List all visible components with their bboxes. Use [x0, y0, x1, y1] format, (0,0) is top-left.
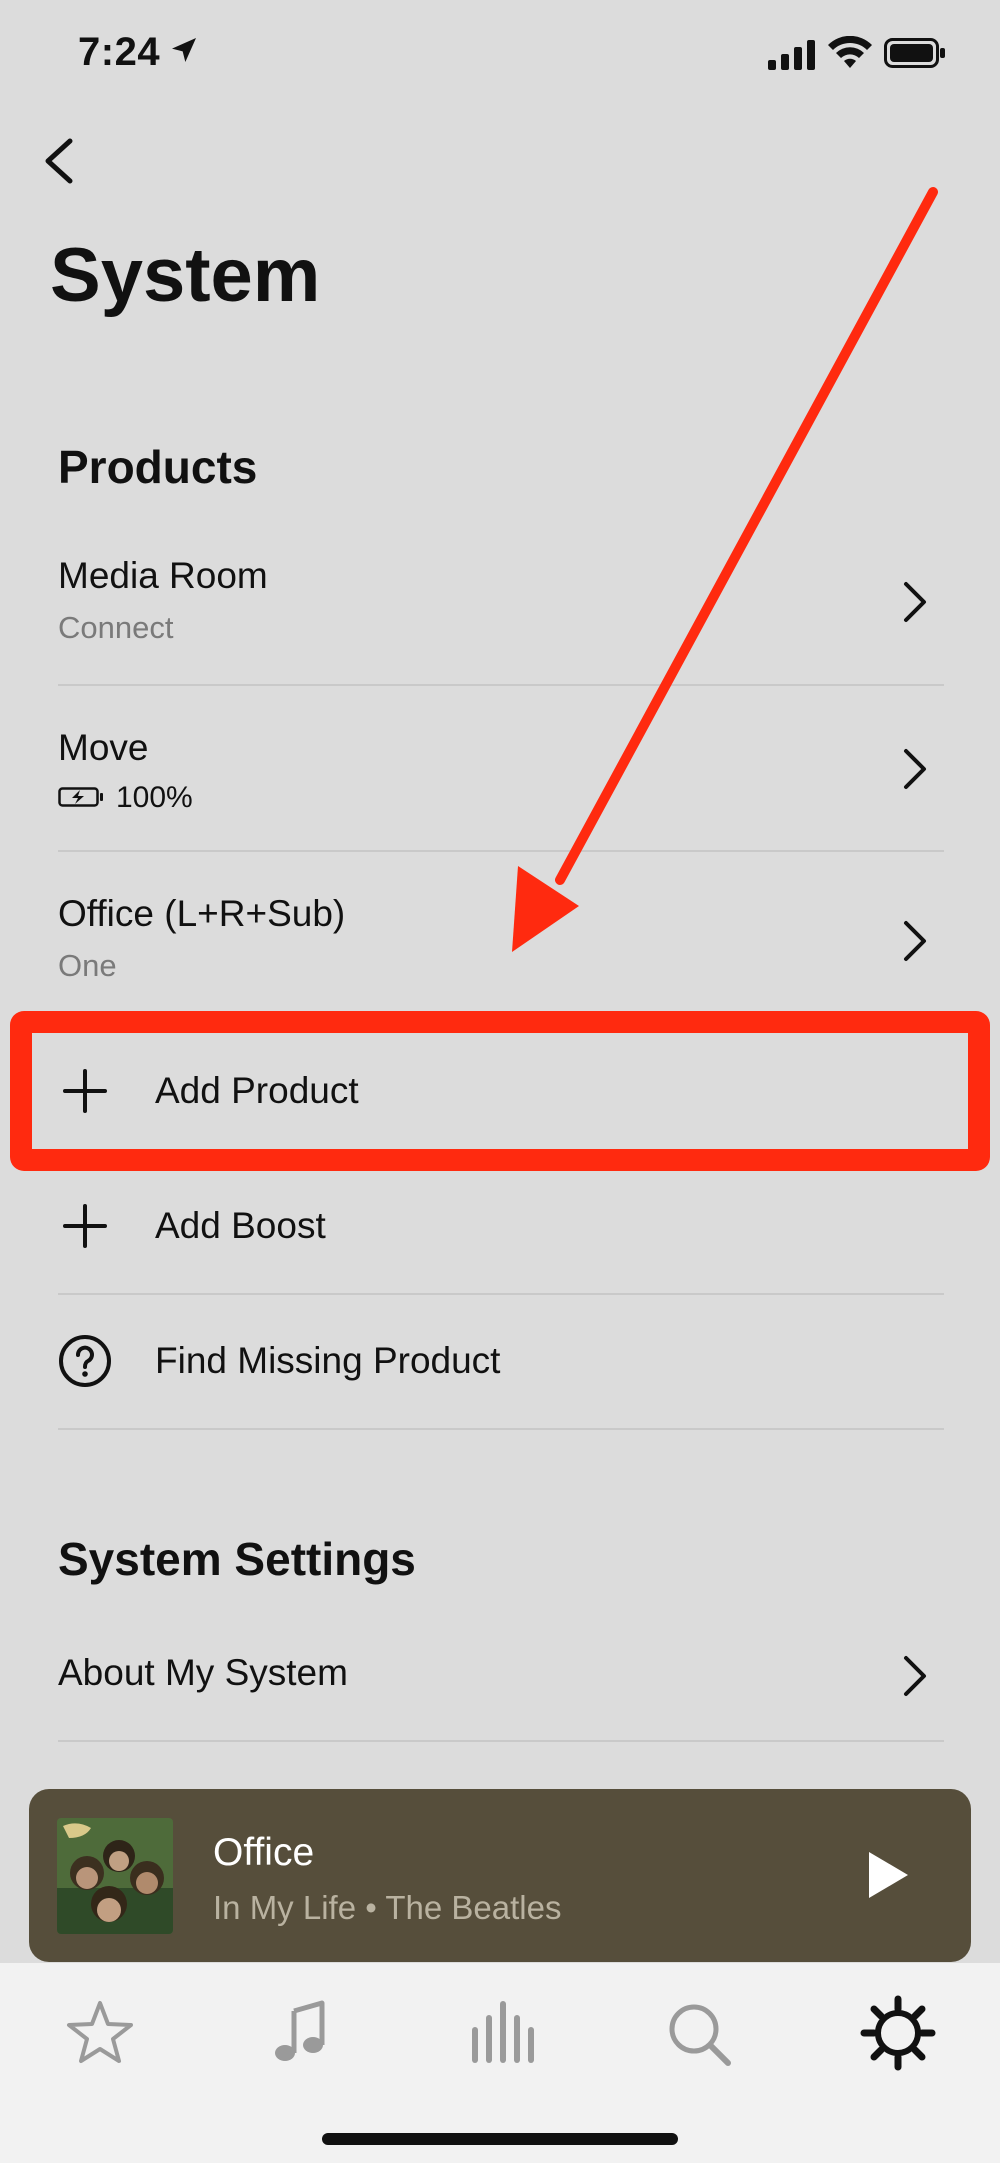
chevron-right-icon	[904, 1656, 926, 1696]
section-title-system-settings: System Settings	[58, 1533, 416, 1585]
star-icon[interactable]	[60, 1993, 140, 2073]
about-my-system-row[interactable]: About My System	[58, 1640, 944, 1732]
rooms-bars-icon[interactable]	[460, 1993, 540, 2073]
home-indicator	[322, 2133, 678, 2145]
chevron-right-icon	[904, 749, 926, 789]
page-title: System	[50, 233, 321, 318]
divider	[58, 850, 944, 852]
chevron-right-icon	[904, 921, 926, 961]
divider	[58, 1740, 944, 1742]
chevron-right-icon	[904, 582, 926, 622]
divider	[58, 1428, 944, 1430]
section-title-products: Products	[58, 441, 258, 493]
now-playing-room: Office	[213, 1831, 315, 1874]
product-row-office[interactable]: Office (L+R+Sub) One	[58, 883, 944, 1013]
wifi-icon	[828, 36, 872, 68]
battery-icon	[884, 38, 945, 68]
product-name: Media Room	[58, 555, 268, 596]
divider	[58, 684, 944, 686]
plus-icon	[63, 1204, 107, 1248]
annotation-highlight-box	[10, 1011, 990, 1171]
tab-bar	[0, 1963, 1000, 2163]
play-icon[interactable]	[865, 1849, 911, 1901]
album-art	[57, 1818, 173, 1934]
location-arrow-icon	[172, 38, 196, 62]
settings-item-label: About My System	[58, 1652, 348, 1693]
battery-level: 100%	[116, 781, 193, 814]
now-playing-bar[interactable]: Office In My Life • The Beatles	[29, 1789, 971, 1962]
settings-gear-icon[interactable]	[858, 1993, 938, 2073]
now-playing-track: In My Life • The Beatles	[213, 1889, 562, 1926]
add-boost-button[interactable]: Add Boost	[58, 1185, 944, 1267]
status-time: 7:24	[78, 30, 161, 74]
product-model: One	[58, 948, 117, 983]
music-note-icon[interactable]	[260, 1993, 340, 2073]
product-name: Move	[58, 727, 149, 768]
product-model: Connect	[58, 610, 174, 645]
product-row-media-room[interactable]: Media Room Connect	[58, 545, 944, 685]
question-circle-icon	[59, 1335, 111, 1387]
find-missing-product-button[interactable]: Find Missing Product	[58, 1320, 944, 1402]
cellular-signal-icon	[768, 40, 815, 70]
divider	[58, 1293, 944, 1295]
search-icon[interactable]	[658, 1993, 738, 2073]
product-name: Office (L+R+Sub)	[58, 893, 346, 934]
product-row-move[interactable]: Move 100%	[58, 717, 944, 847]
charging-battery-icon	[58, 787, 103, 807]
action-label: Add Boost	[155, 1205, 326, 1246]
back-button[interactable]	[38, 135, 80, 187]
action-label: Find Missing Product	[155, 1340, 501, 1381]
